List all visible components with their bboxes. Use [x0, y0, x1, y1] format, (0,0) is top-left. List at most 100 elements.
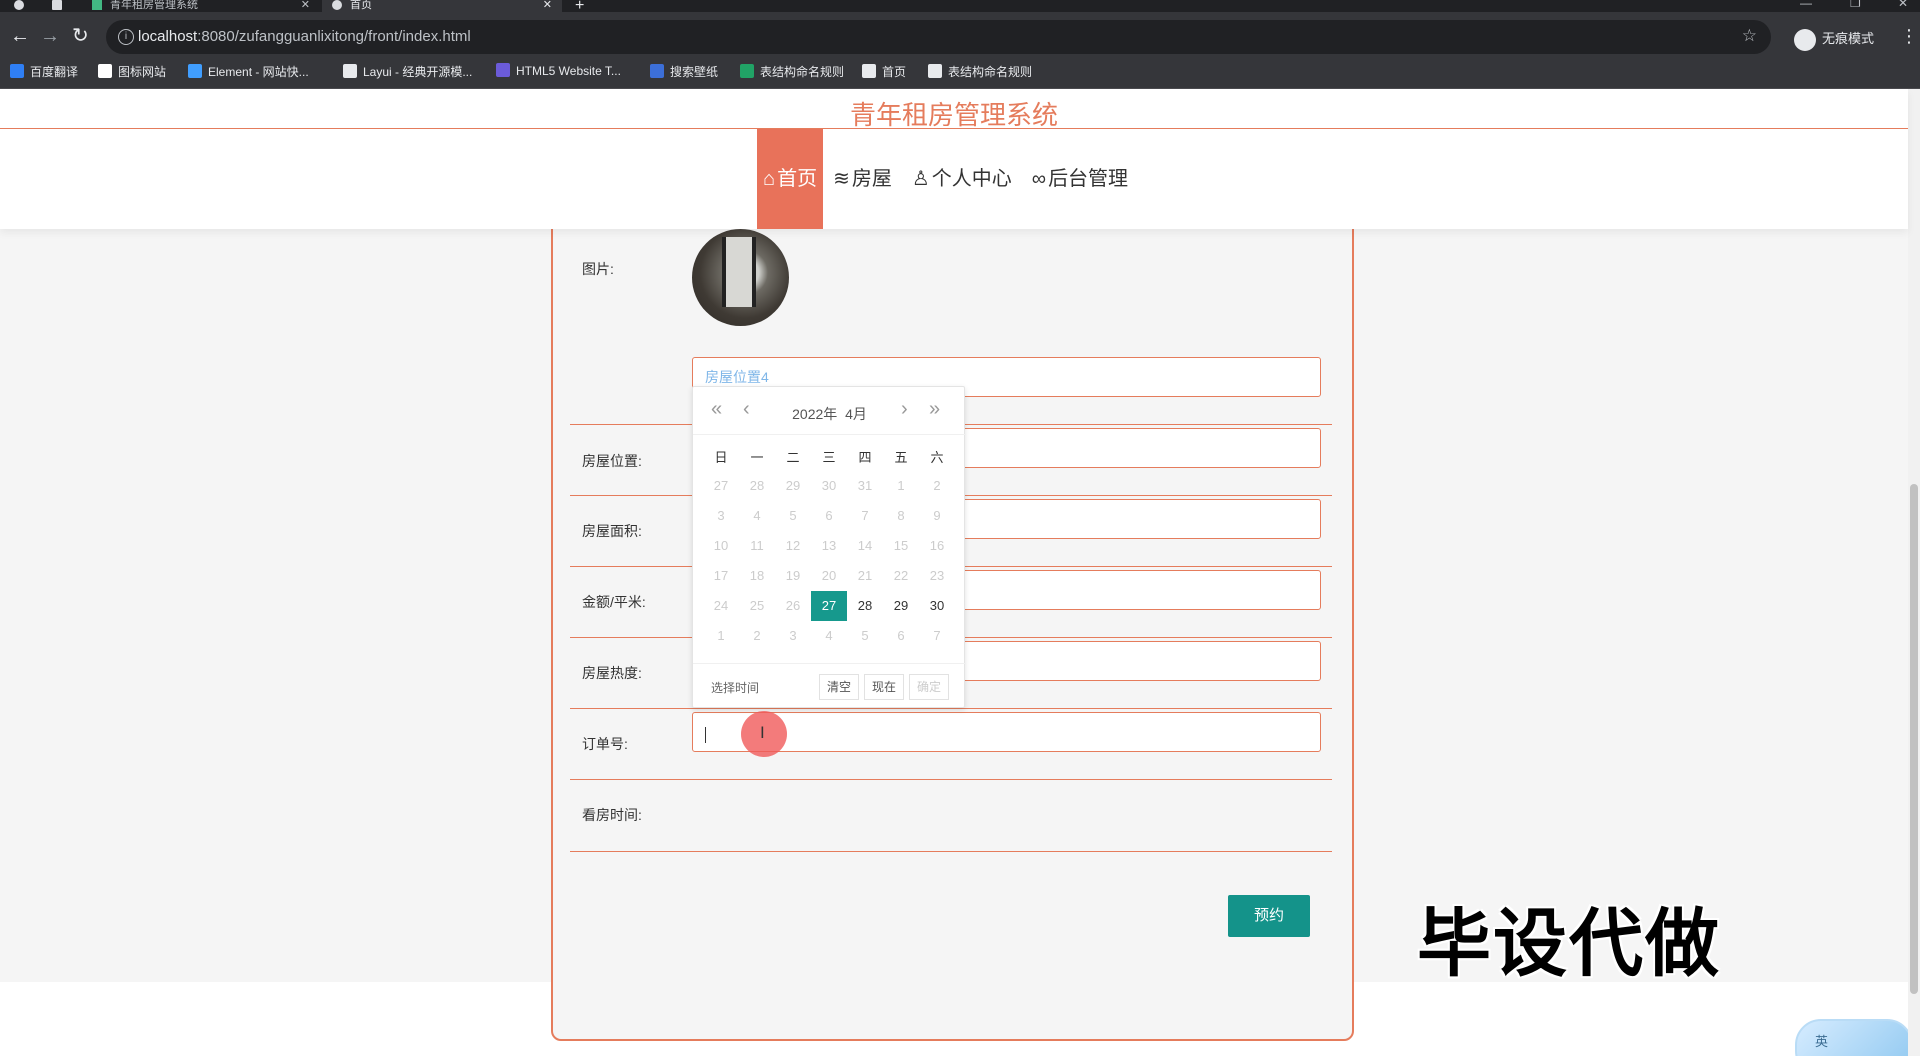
day-cell[interactable]: 11 — [739, 531, 775, 561]
day-cell[interactable]: 5 — [847, 621, 883, 651]
chrome-icon — [14, 0, 30, 12]
date-picker-footer: 选择时间 清空 现在 确定 — [693, 663, 966, 709]
site-title: 青年租房管理系统 — [849, 100, 1058, 130]
day-cell[interactable]: 28 — [739, 471, 775, 501]
day-cell[interactable]: 30 — [919, 591, 955, 621]
bookmark-favicon-icon — [862, 64, 876, 78]
forward-arrow-icon[interactable]: → — [40, 26, 60, 46]
day-cell[interactable]: 17 — [703, 561, 739, 591]
close-window-icon[interactable]: ✕ — [1898, 0, 1908, 10]
date-picker-popup: « ‹ 2022年 4月 › » 日一二三四五六 27 28 29 30 31 1 2 3 4 5… — [692, 386, 966, 709]
day-cell[interactable]: 29 — [775, 471, 811, 501]
scrollbar-thumb[interactable] — [1910, 484, 1918, 994]
now-button[interactable]: 现在 — [864, 674, 905, 700]
next-month-icon[interactable]: › — [901, 399, 908, 419]
day-cell[interactable]: 12 — [775, 531, 811, 561]
reload-icon[interactable]: ↻ — [72, 26, 89, 46]
location-label: 房屋位置: — [582, 453, 642, 469]
day-cell[interactable]: 2 — [739, 621, 775, 651]
day-cell[interactable]: 13 — [811, 531, 847, 561]
day-cell[interactable]: 1 — [703, 621, 739, 651]
bookmark-item[interactable]: Element - 网站快... — [188, 63, 309, 80]
day-cell[interactable]: 15 — [883, 531, 919, 561]
bookmark-label: 搜索壁纸 — [670, 65, 719, 79]
incognito-badge[interactable]: 无痕模式 — [1794, 28, 1874, 51]
day-cell[interactable]: 23 — [919, 561, 955, 591]
day-cell[interactable]: 4 — [811, 621, 847, 651]
site-header: 青年租房管理系统 ⌂ 首页 ≋ 房屋 ♙ 个人中心 ∞ 后台管理 — [0, 89, 1908, 229]
day-cell[interactable]: 29 — [883, 591, 919, 621]
day-cell[interactable]: 3 — [775, 621, 811, 651]
bookmark-item[interactable]: 表结构命名规则 — [928, 63, 1032, 80]
confirm-button[interactable]: 确定 — [909, 674, 950, 700]
nav-item[interactable]: ♙ 个人中心 — [902, 129, 1022, 229]
day-cell[interactable]: 5 — [775, 501, 811, 531]
day-cell[interactable]: 8 — [883, 501, 919, 531]
day-cell[interactable]: 9 — [919, 501, 955, 531]
nav-icon: ≋ — [833, 168, 850, 190]
day-cell[interactable]: 22 — [883, 561, 919, 591]
browser-menu-icon[interactable]: ⋮ — [1900, 26, 1918, 47]
address-bar[interactable]: i localhost:8080/zufangguanlixitong/fron… — [106, 20, 1771, 54]
month-select[interactable]: 4月 — [845, 406, 867, 422]
pick-time-link[interactable]: 选择时间 — [711, 679, 759, 696]
clear-button[interactable]: 清空 — [819, 674, 860, 700]
bookmark-item[interactable]: 百度翻译 — [10, 63, 78, 80]
year-select[interactable]: 2022年 — [792, 406, 837, 422]
bookmark-item[interactable]: 表结构命名规则 — [740, 63, 844, 80]
ime-label: 英 — [1815, 1034, 1829, 1049]
day-cell[interactable]: 19 — [775, 561, 811, 591]
day-cell[interactable]: 24 — [703, 591, 739, 621]
tab-title: 青年租房管理系统 — [110, 0, 198, 11]
day-cell[interactable]: 3 — [703, 501, 739, 531]
day-cell[interactable]: 6 — [883, 621, 919, 651]
next-year-icon[interactable]: » — [929, 399, 940, 419]
tab-close-icon[interactable]: ✕ — [301, 0, 310, 11]
day-cell[interactable]: 2 — [919, 471, 955, 501]
tab-home[interactable]: 首页 ✕ — [322, 0, 562, 12]
day-cell[interactable]: 10 — [703, 531, 739, 561]
day-cell[interactable]: 21 — [847, 561, 883, 591]
tab-rental-system[interactable]: 青年租房管理系统 ✕ — [92, 0, 310, 12]
url-text[interactable]: localhost:8080/zufangguanlixitong/front/… — [138, 28, 471, 45]
restore-icon[interactable]: ❐ — [1850, 0, 1861, 10]
day-cell[interactable]: 16 — [919, 531, 955, 561]
day-cell[interactable]: 7 — [847, 501, 883, 531]
nav-item[interactable]: ≋ 房屋 — [823, 129, 902, 229]
area-label: 房屋面积: — [582, 523, 642, 539]
bookmark-item[interactable]: Layui - 经典开源模... — [343, 63, 472, 80]
weekday-label: 三 — [822, 450, 836, 465]
mouse-cursor-indicator: I — [741, 711, 787, 757]
bookmark-star-icon[interactable]: ☆ — [1742, 26, 1757, 46]
ime-floating-widget[interactable]: 英 — [1795, 1019, 1913, 1056]
day-cell[interactable]: 31 — [847, 471, 883, 501]
day-cell[interactable]: 26 — [775, 591, 811, 621]
reserve-button[interactable]: 预约 — [1228, 895, 1310, 937]
site-info-icon[interactable]: i — [118, 29, 134, 45]
day-cell[interactable]: 20 — [811, 561, 847, 591]
day-cell[interactable]: 28 — [847, 591, 883, 621]
minimize-icon[interactable]: — — [1800, 0, 1812, 10]
back-arrow-icon[interactable]: ← — [10, 26, 30, 46]
day-cell[interactable]: 14 — [847, 531, 883, 561]
tab-search-icon[interactable] — [52, 0, 66, 12]
day-cell[interactable]: 4 — [739, 501, 775, 531]
day-cell[interactable]: 27 — [703, 471, 739, 501]
day-cell[interactable]: 25 — [739, 591, 775, 621]
weekday-label: 一 — [750, 450, 764, 465]
bookmark-item[interactable]: 首页 — [862, 63, 906, 80]
day-cell[interactable]: 1 — [883, 471, 919, 501]
tab-close-icon[interactable]: ✕ — [543, 0, 552, 11]
bookmark-label: HTML5 Website T... — [516, 64, 621, 78]
bookmark-item[interactable]: HTML5 Website T... — [496, 63, 621, 78]
page-scrollbar[interactable] — [1908, 89, 1920, 1056]
day-cell[interactable]: 7 — [919, 621, 955, 651]
bookmark-item[interactable]: 搜索壁纸 — [650, 63, 718, 80]
day-cell[interactable]: 30 — [811, 471, 847, 501]
day-cell[interactable]: 27 — [811, 591, 847, 621]
day-cell[interactable]: 18 — [739, 561, 775, 591]
nav-item[interactable]: ∞ 后台管理 — [1022, 129, 1138, 229]
nav-item[interactable]: ⌂ 首页 — [757, 129, 824, 229]
bookmark-item[interactable]: 图标网站 — [98, 63, 166, 80]
day-cell[interactable]: 6 — [811, 501, 847, 531]
